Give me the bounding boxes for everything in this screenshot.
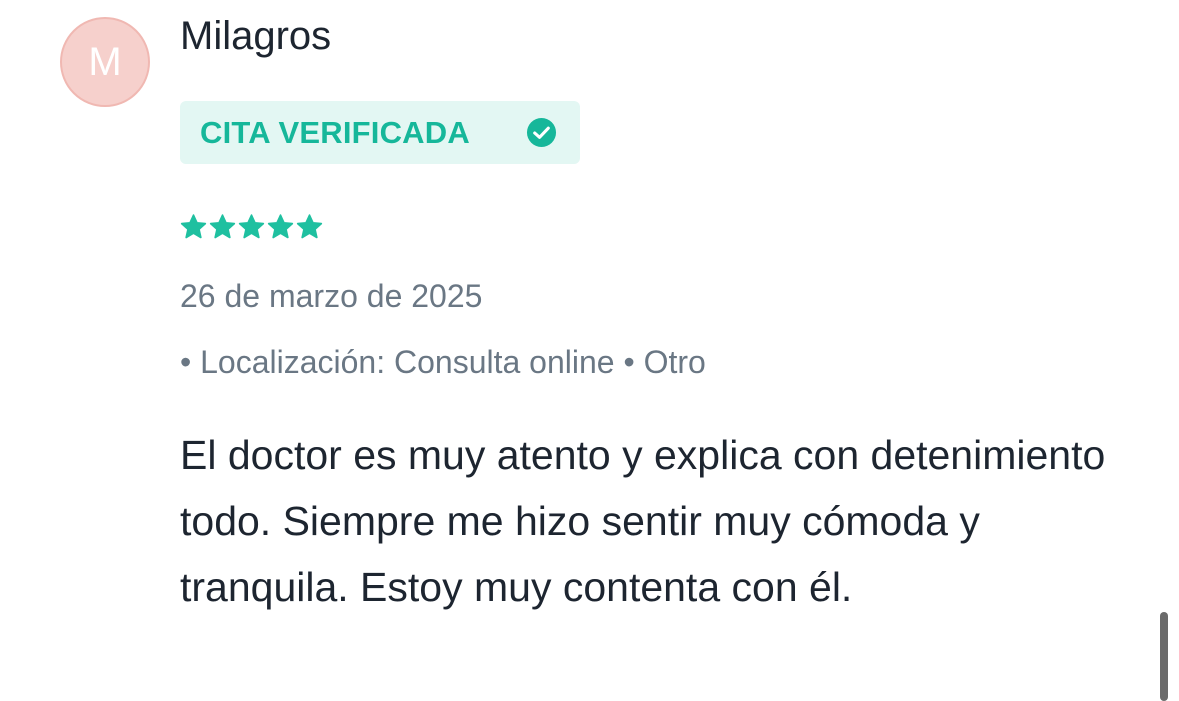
star-icon [209, 214, 236, 239]
star-icon [238, 214, 265, 239]
avatar: M [60, 17, 150, 107]
star-icon [296, 214, 323, 239]
author-name: Milagros [180, 14, 332, 58]
scrollbar-thumb[interactable] [1160, 612, 1168, 701]
verified-badge: CITA VERIFICADA [180, 101, 580, 164]
review-location: • Localización: Consulta online • Otro [180, 344, 706, 380]
star-rating [180, 211, 323, 243]
review-comment: El doctor es muy atento y explica con de… [180, 432, 1106, 610]
star-icon [180, 214, 207, 239]
check-circle-icon [526, 117, 557, 148]
review-date: 26 de marzo de 2025 [180, 278, 483, 314]
star-icon [267, 214, 294, 239]
review-card: M Milagros CITA VERIFICADA 26 de marzo d… [0, 0, 1179, 701]
verified-badge-label: CITA VERIFICADA [200, 115, 470, 150]
